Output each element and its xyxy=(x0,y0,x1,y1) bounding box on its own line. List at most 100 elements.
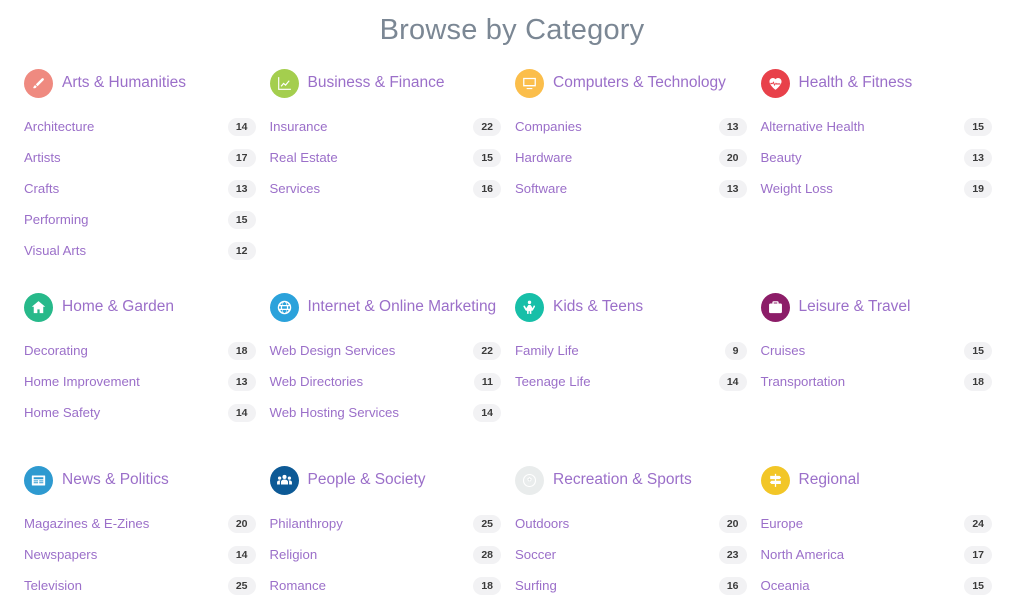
subcategory-row[interactable]: Cruises 15 xyxy=(761,335,992,366)
subcategory-row[interactable]: Romance 18 xyxy=(270,570,501,596)
subcategory-row[interactable]: Architecture 14 xyxy=(24,111,256,142)
subcategory-link[interactable]: Companies xyxy=(515,118,582,136)
subcategory-row[interactable]: Services 16 xyxy=(270,173,501,204)
category-title[interactable]: Internet & Online Marketing xyxy=(308,297,497,317)
subcategory-link[interactable]: Romance xyxy=(270,577,326,595)
category-title[interactable]: Leisure & Travel xyxy=(799,297,911,317)
subcategory-link[interactable]: Services xyxy=(270,180,321,198)
subcategory-row[interactable]: Magazines & E-Zines 20 xyxy=(24,508,256,539)
subcategory-row[interactable]: Alternative Health 15 xyxy=(761,111,992,142)
subcategory-link[interactable]: Oceania xyxy=(761,577,810,595)
subcategory-row[interactable]: Web Hosting Services 14 xyxy=(270,397,501,428)
subcategory-row[interactable]: Family Life 9 xyxy=(515,335,747,366)
subcategory-link[interactable]: Teenage Life xyxy=(515,373,591,391)
subcategory-row[interactable]: North America 17 xyxy=(761,539,992,570)
subcategory-row[interactable]: Beauty 13 xyxy=(761,142,992,173)
subcategory-link[interactable]: Crafts xyxy=(24,180,59,198)
subcategory-link[interactable]: Architecture xyxy=(24,118,94,136)
category-header[interactable]: Home & Garden xyxy=(24,291,256,323)
subcategory-link[interactable]: Television xyxy=(24,577,82,595)
category-header[interactable]: Business & Finance xyxy=(269,67,502,99)
subcategory-row[interactable]: Performing 15 xyxy=(24,204,256,235)
subcategory-link[interactable]: Family Life xyxy=(515,342,579,360)
subcategory-row[interactable]: Artists 17 xyxy=(24,142,256,173)
subcategory-link[interactable]: Surfing xyxy=(515,577,557,595)
category-title[interactable]: Health & Fitness xyxy=(799,73,913,93)
subcategory-link[interactable]: Home Improvement xyxy=(24,373,140,391)
subcategory-link[interactable]: Home Safety xyxy=(24,404,100,422)
subcategory-link[interactable]: Hardware xyxy=(515,149,572,167)
subcategory-link[interactable]: Transportation xyxy=(761,373,846,391)
subcategory-row[interactable]: Real Estate 15 xyxy=(270,142,501,173)
subcategory-link[interactable]: Beauty xyxy=(761,149,802,167)
subcategory-row[interactable]: Newspapers 14 xyxy=(24,539,256,570)
category-title[interactable]: Arts & Humanities xyxy=(62,73,186,93)
category-title[interactable]: Business & Finance xyxy=(308,73,445,93)
subcategory-link[interactable]: Artists xyxy=(24,149,61,167)
category-header[interactable]: Computers & Technology xyxy=(515,67,747,99)
category-title[interactable]: Kids & Teens xyxy=(553,297,643,317)
subcategory-link[interactable]: North America xyxy=(761,546,845,564)
category-title[interactable]: Recreation & Sports xyxy=(553,470,692,490)
subcategory-row[interactable]: Soccer 23 xyxy=(515,539,747,570)
subcategory-row[interactable]: Oceania 15 xyxy=(761,570,992,596)
subcategory-row[interactable]: Decorating 18 xyxy=(24,335,256,366)
subcategory-link[interactable]: Insurance xyxy=(270,118,328,136)
category-header[interactable]: Recreation & Sports xyxy=(515,464,747,496)
subcategory-row[interactable]: Outdoors 20 xyxy=(515,508,747,539)
category-header[interactable]: Arts & Humanities xyxy=(24,67,256,99)
subcategory-row[interactable]: Hardware 20 xyxy=(515,142,747,173)
subcategory-row[interactable]: Philanthropy 25 xyxy=(270,508,501,539)
subcategory-link[interactable]: Decorating xyxy=(24,342,88,360)
subcategory-row[interactable]: Insurance 22 xyxy=(270,111,501,142)
subcategory-link[interactable]: Cruises xyxy=(761,342,806,360)
subcategory-row[interactable]: Religion 28 xyxy=(270,539,501,570)
category-title[interactable]: Home & Garden xyxy=(62,297,174,317)
subcategory-row[interactable]: Teenage Life 14 xyxy=(515,366,747,397)
category-header[interactable]: Leisure & Travel xyxy=(760,291,993,323)
category-header[interactable]: Health & Fitness xyxy=(760,67,993,99)
subcategory-row[interactable]: Television 25 xyxy=(24,570,256,596)
category-title[interactable]: People & Society xyxy=(308,470,426,490)
subcategory-row[interactable]: Web Design Services 22 xyxy=(270,335,501,366)
subcategory-link[interactable]: Real Estate xyxy=(270,149,338,167)
category-header[interactable]: Kids & Teens xyxy=(515,291,747,323)
subcategory-link[interactable]: Soccer xyxy=(515,546,556,564)
subcategory-row[interactable]: Weight Loss 19 xyxy=(761,173,992,204)
subcategory-link[interactable]: Web Design Services xyxy=(270,342,396,360)
category-header[interactable]: Regional xyxy=(760,464,993,496)
subcategory-link[interactable]: Web Directories xyxy=(270,373,364,391)
paintbrush-icon xyxy=(24,68,53,98)
subcategory-row[interactable]: Web Directories 11 xyxy=(270,366,501,397)
category-block: Kids & Teens Family Life 9 Teenage Life 14 xyxy=(515,291,755,439)
subcategory-row[interactable]: Home Safety 14 xyxy=(24,397,256,428)
subcategory-row[interactable]: Home Improvement 13 xyxy=(24,366,256,397)
subcategory-link[interactable]: Web Hosting Services xyxy=(270,404,400,422)
subcategory-row[interactable]: Surfing 16 xyxy=(515,570,747,596)
subcategory-link[interactable]: Europe xyxy=(761,515,804,533)
subcategory-row[interactable]: Software 13 xyxy=(515,173,747,204)
category-header[interactable]: Internet & Online Marketing xyxy=(269,291,502,323)
subcategory-link[interactable]: Weight Loss xyxy=(761,180,833,198)
subcategory-link[interactable]: Software xyxy=(515,180,567,198)
category-title[interactable]: News & Politics xyxy=(62,470,169,490)
subcategory-link[interactable]: Outdoors xyxy=(515,515,569,533)
subcategory-link[interactable]: Newspapers xyxy=(24,546,97,564)
subcategory-link[interactable]: Performing xyxy=(24,211,89,229)
subcategory-row[interactable]: Crafts 13 xyxy=(24,173,256,204)
subcategory-link[interactable]: Alternative Health xyxy=(761,118,865,136)
category-title[interactable]: Computers & Technology xyxy=(553,73,726,93)
category-header[interactable]: People & Society xyxy=(269,464,502,496)
subcategory-link[interactable]: Philanthropy xyxy=(270,515,343,533)
subcategory-row[interactable]: Europe 24 xyxy=(761,508,992,539)
category-title[interactable]: Regional xyxy=(799,470,860,490)
subcategory-row[interactable]: Companies 13 xyxy=(515,111,747,142)
category-block: Leisure & Travel Cruises 15 Transportation 1… xyxy=(760,291,1001,439)
subcategory-link[interactable]: Visual Arts xyxy=(24,242,86,260)
subcategory-link[interactable]: Magazines & E-Zines xyxy=(24,515,149,533)
subcategory-link[interactable]: Religion xyxy=(270,546,318,564)
page-title: Browse by Category xyxy=(379,14,645,46)
subcategory-row[interactable]: Visual Arts 12 xyxy=(24,235,256,266)
subcategory-row[interactable]: Transportation 18 xyxy=(761,366,992,397)
category-header[interactable]: News & Politics xyxy=(24,464,256,496)
